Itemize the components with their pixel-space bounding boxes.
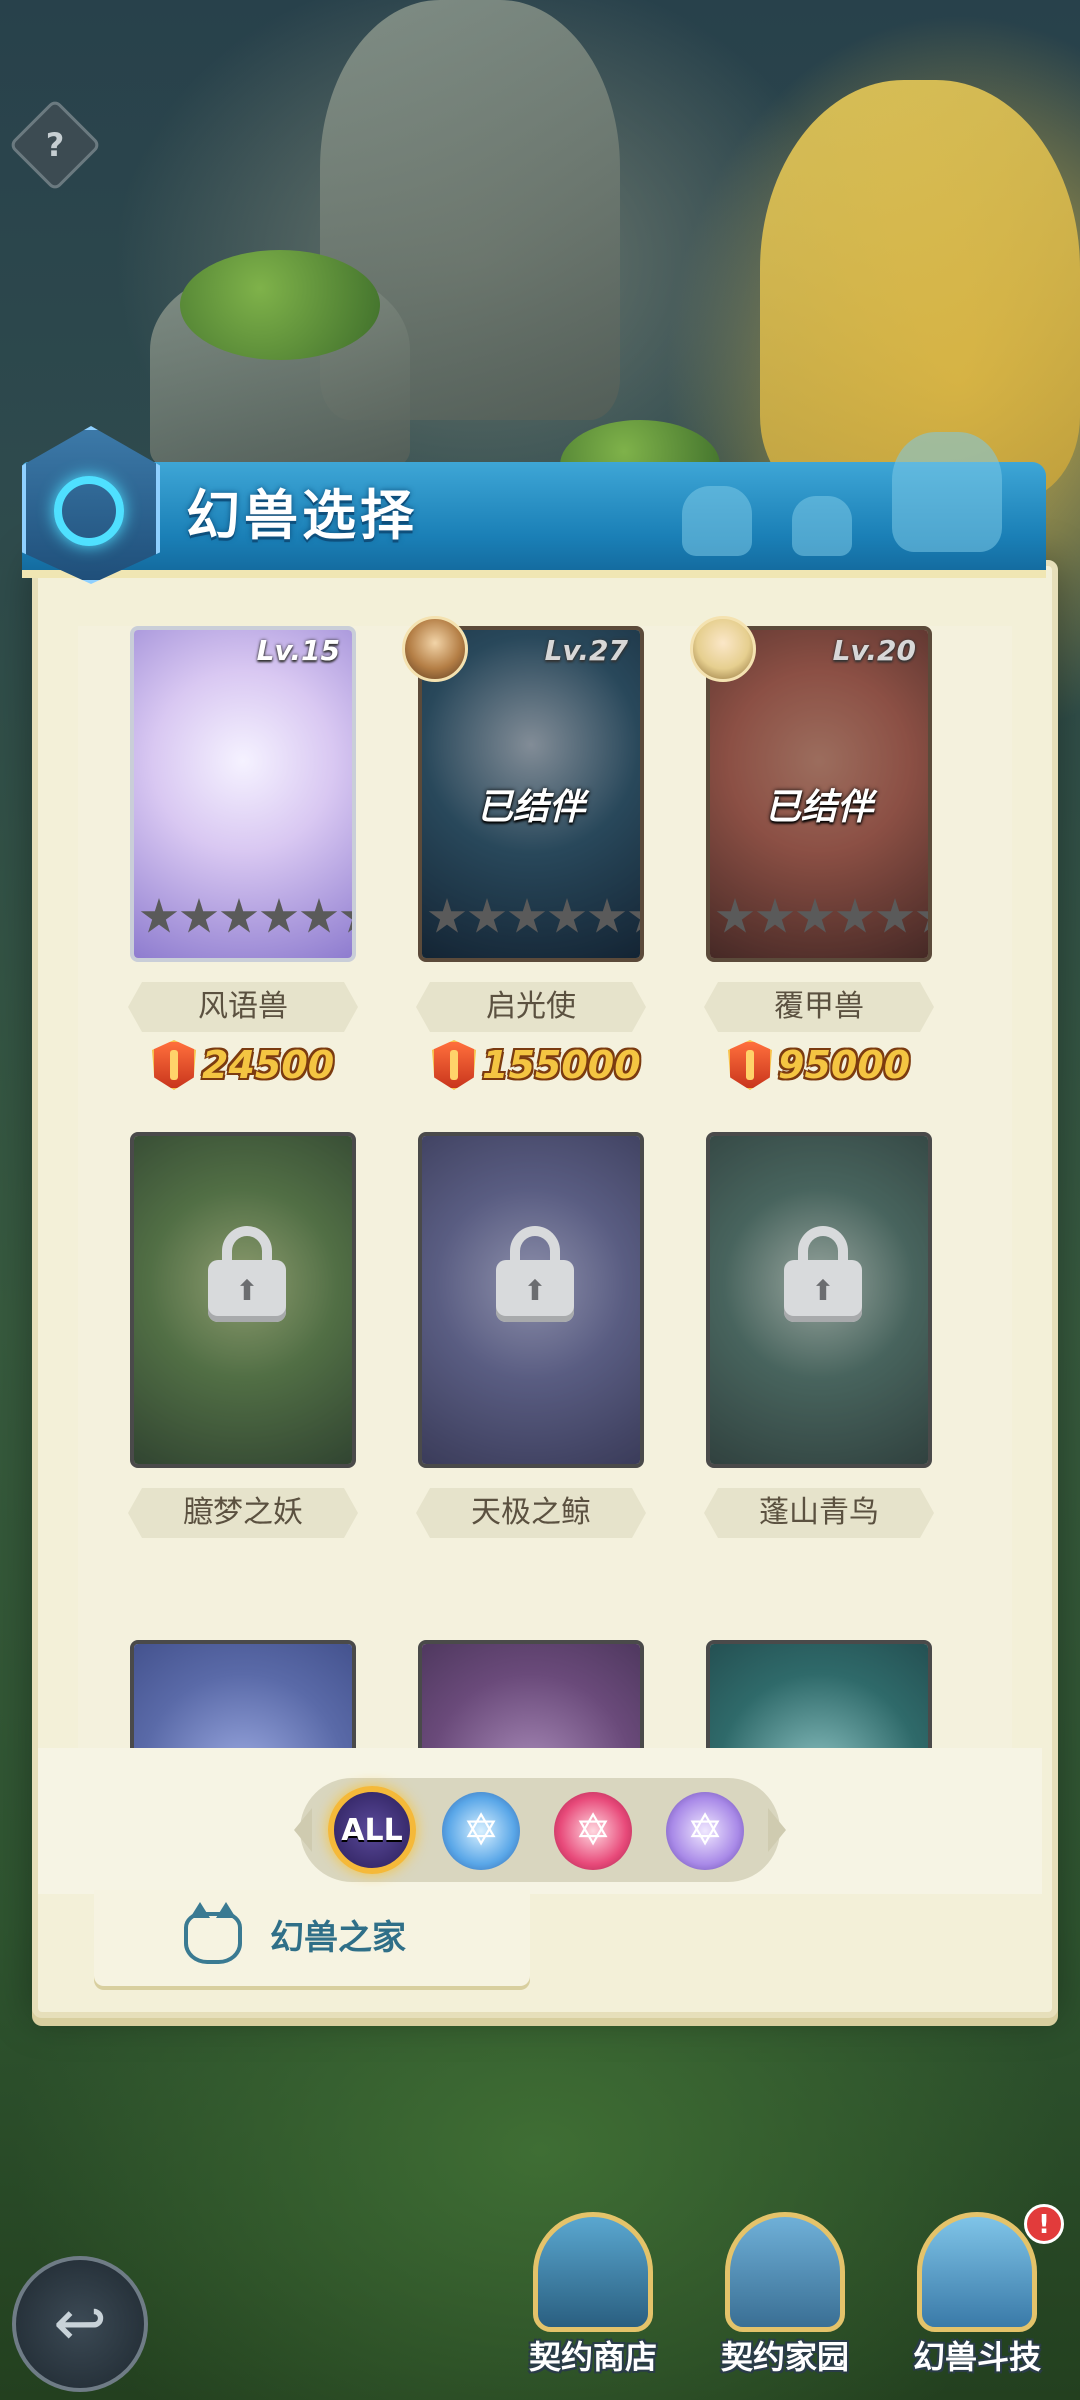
- chevron-left-icon[interactable]: [294, 1808, 312, 1852]
- nav-label: 契约商店: [528, 2338, 657, 2376]
- hexagram-icon: ✡: [574, 1805, 612, 1856]
- tab-pet-home-label: 幻兽之家: [270, 1918, 406, 1958]
- pet-card[interactable]: [130, 1640, 356, 1748]
- filter-element-purple[interactable]: ✡: [666, 1792, 744, 1870]
- star-icon: [140, 898, 178, 933]
- star-icon: [836, 898, 874, 933]
- pet-art: [422, 1644, 640, 1748]
- star-icon: [916, 898, 928, 933]
- coin-icon: [728, 1040, 772, 1090]
- pet-card-locked[interactable]: [130, 1132, 356, 1468]
- pet-art: [134, 1644, 352, 1748]
- star-icon: [716, 898, 754, 933]
- pet-name: 蓬山青鸟: [704, 1488, 934, 1538]
- coin-icon: [152, 1040, 196, 1090]
- pet-card[interactable]: Lv.15: [130, 626, 356, 962]
- star-icon: [628, 898, 640, 933]
- pet-name: 启光使: [416, 982, 646, 1032]
- level-label: Lv.15: [256, 634, 340, 667]
- level-label: Lv.27: [544, 634, 628, 667]
- pet-name: 天极之鲸: [416, 1488, 646, 1538]
- star-icon: [340, 898, 352, 933]
- nav-label: 幻兽斗技: [912, 2338, 1041, 2376]
- pet-name: 臆梦之妖: [128, 1488, 358, 1538]
- shop-icon: [533, 2212, 653, 2332]
- price-tag: 24500: [152, 1038, 334, 1092]
- hexagram-icon: ✡: [686, 1805, 724, 1856]
- price-value: 24500: [202, 1043, 335, 1087]
- star-icon: [876, 898, 914, 933]
- filter-element-blue[interactable]: ✡: [442, 1792, 520, 1870]
- page-title: 幻兽选择: [186, 484, 418, 547]
- hexagram-icon: ✡: [462, 1805, 500, 1856]
- pet-art: [710, 1644, 928, 1748]
- nav-label: 契约家园: [720, 2338, 849, 2376]
- lock-icon: [784, 1226, 862, 1322]
- partner-avatar: [402, 616, 468, 682]
- emblem-ring-icon: [54, 476, 124, 546]
- partnered-label: 已结伴: [764, 787, 873, 828]
- background-bush: [180, 250, 380, 360]
- price-tag: 155000: [432, 1038, 641, 1092]
- pet-card[interactable]: [706, 1640, 932, 1748]
- star-icon: [300, 898, 338, 933]
- star-icon: [548, 898, 586, 933]
- star-icon: [220, 898, 258, 933]
- star-icon: [428, 898, 466, 933]
- star-icon: [180, 898, 218, 933]
- home-icon: [725, 2212, 845, 2332]
- star-icon: [508, 898, 546, 933]
- coin-icon: [432, 1040, 476, 1090]
- panel-header: [22, 432, 1046, 578]
- header-decoration: [792, 496, 852, 556]
- partnered-label: 已结伴: [476, 787, 585, 828]
- star-rating: [716, 898, 928, 936]
- help-button[interactable]: ?: [8, 98, 102, 192]
- partner-avatar: [690, 616, 756, 682]
- lock-icon: [496, 1226, 574, 1322]
- alert-badge: !: [1024, 2204, 1064, 2244]
- star-icon: [796, 898, 834, 933]
- pet-card-locked[interactable]: [418, 1132, 644, 1468]
- back-arrow-icon: ↩: [53, 2287, 107, 2361]
- pet-card[interactable]: [418, 1640, 644, 1748]
- star-icon: [756, 898, 794, 933]
- price-tag: 95000: [728, 1038, 910, 1092]
- question-icon: ?: [45, 126, 65, 164]
- star-rating: [428, 898, 640, 936]
- price-value: 155000: [482, 1043, 641, 1087]
- filter-element-red[interactable]: ✡: [554, 1792, 632, 1870]
- star-icon: [468, 898, 506, 933]
- element-filter-bar: ALL ✡ ✡ ✡: [294, 1778, 786, 1882]
- tab-pet-home[interactable]: 幻兽之家: [94, 1890, 530, 1986]
- star-icon: [588, 898, 626, 933]
- pet-name: 覆甲兽: [704, 982, 934, 1032]
- pet-name: 风语兽: [128, 982, 358, 1032]
- cat-icon: [184, 1902, 242, 1964]
- header-decoration: [892, 432, 1002, 552]
- header-decoration: [682, 486, 752, 556]
- level-label: Lv.20: [832, 634, 916, 667]
- chevron-right-icon[interactable]: [768, 1808, 786, 1852]
- nav-contract-home[interactable]: 契约家园: [700, 2212, 870, 2392]
- filter-all-button[interactable]: ALL: [328, 1786, 416, 1874]
- lock-icon: [208, 1226, 286, 1322]
- back-button[interactable]: ↩: [12, 2256, 148, 2392]
- star-icon: [260, 898, 298, 933]
- card-row-clip: [120, 1638, 960, 1748]
- battle-icon: [917, 2212, 1037, 2332]
- price-value: 95000: [778, 1043, 911, 1087]
- nav-contract-shop[interactable]: 契约商店: [508, 2212, 678, 2392]
- pet-card-locked[interactable]: [706, 1132, 932, 1468]
- star-rating: [140, 898, 352, 936]
